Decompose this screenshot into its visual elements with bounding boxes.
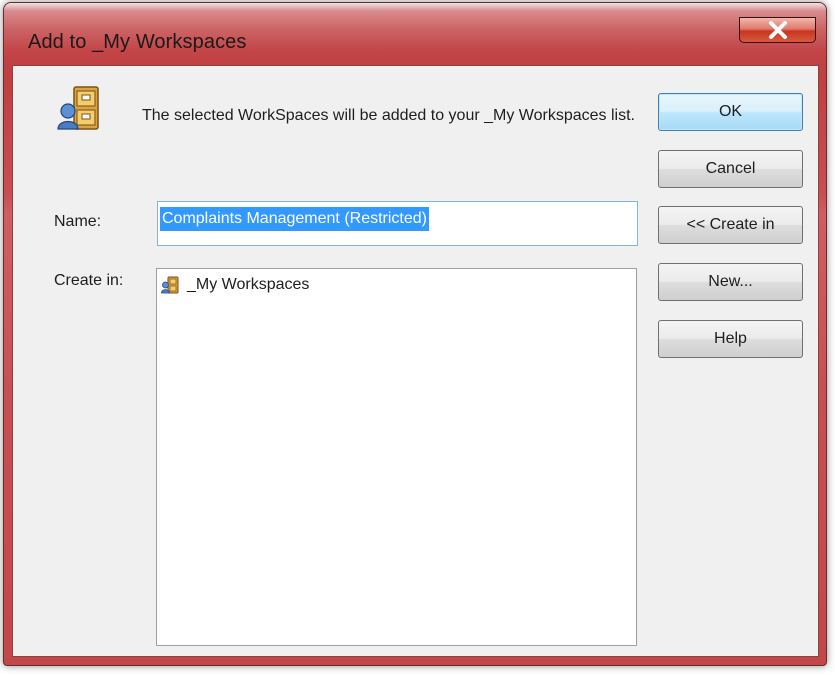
window-title: Add to _My Workspaces — [28, 31, 247, 53]
name-field[interactable]: Complaints Management (Restricted) — [157, 201, 638, 246]
ok-button[interactable]: OK — [658, 93, 803, 131]
name-label: Name: — [54, 213, 102, 230]
close-button[interactable] — [739, 17, 816, 43]
dialog-message: The selected WorkSpaces will be added to… — [142, 107, 635, 124]
name-field-selected-text: Complaints Management (Restricted) — [160, 207, 429, 231]
close-icon — [768, 21, 787, 39]
dialog-client-area: The selected WorkSpaces will be added to… — [12, 65, 819, 657]
tree-item-my-workspaces[interactable]: _My Workspaces — [161, 276, 309, 294]
workspace-cabinet-icon — [57, 86, 99, 130]
create-in-button[interactable]: << Create in — [658, 206, 803, 244]
workspace-folder-icon — [161, 276, 179, 294]
create-in-label: Create in: — [54, 272, 124, 289]
dialog-window: Add to _My Workspaces The selected WorkS… — [3, 2, 827, 666]
cancel-button[interactable]: Cancel — [658, 150, 803, 188]
create-in-tree[interactable]: _My Workspaces — [156, 268, 637, 646]
help-button[interactable]: Help — [658, 320, 803, 358]
new-button[interactable]: New... — [658, 263, 803, 301]
tree-item-label: _My Workspaces — [187, 276, 310, 293]
